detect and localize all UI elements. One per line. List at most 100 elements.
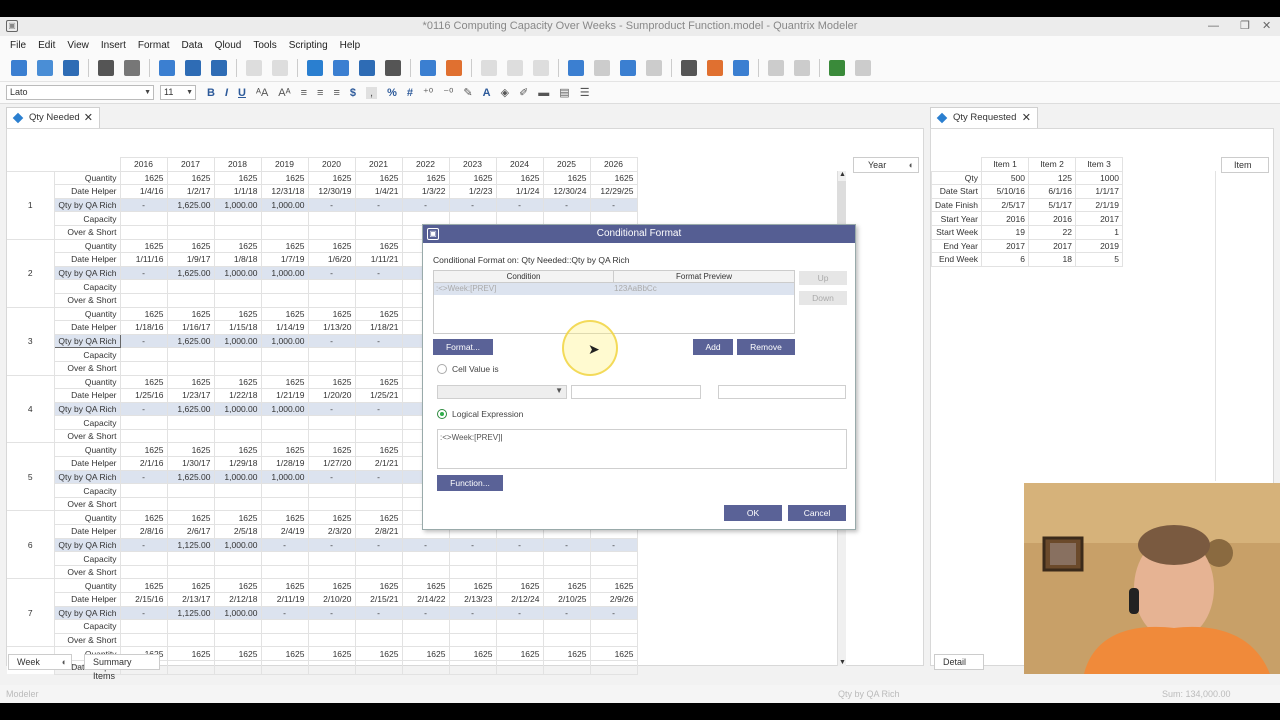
cell[interactable]: 5/10/16 <box>981 184 1029 199</box>
italic-button[interactable]: I <box>225 87 228 99</box>
cell[interactable]: 1625 <box>119 374 168 390</box>
cell[interactable]: 1625 <box>542 578 591 593</box>
row-label[interactable]: Qty by QA Rich <box>53 265 121 281</box>
cell[interactable]: 1,000.00 <box>260 469 309 485</box>
cell[interactable]: 1625 <box>166 442 215 458</box>
cell[interactable]: 1625 <box>354 170 403 186</box>
week-index[interactable] <box>7 578 55 593</box>
cell[interactable]: 1625 <box>307 306 356 322</box>
week-index[interactable] <box>7 415 55 430</box>
copy-icon[interactable] <box>185 59 201 76</box>
cell[interactable] <box>166 224 215 240</box>
cell[interactable]: 1625 <box>119 442 168 458</box>
cell[interactable]: 1625 <box>260 578 309 593</box>
cell[interactable]: 1,000.00 <box>260 265 309 281</box>
row-label[interactable]: Qty by QA Rich <box>53 537 121 553</box>
align-left-icon[interactable]: ≡ <box>301 87 307 99</box>
cell[interactable]: 1/4/21 <box>354 184 403 199</box>
cell[interactable]: - <box>307 469 356 485</box>
cell[interactable] <box>260 224 309 240</box>
cell[interactable]: 1625 <box>260 510 309 526</box>
link-icon[interactable] <box>481 59 497 76</box>
cell[interactable]: - <box>495 605 544 621</box>
font-family-select[interactable]: Lato ▼ <box>6 85 154 100</box>
cut-icon[interactable] <box>159 59 175 76</box>
cell[interactable]: 1625 <box>119 510 168 526</box>
week-index[interactable]: 6 <box>7 538 55 552</box>
cell[interactable]: 2/1/16 <box>119 456 168 471</box>
item-header[interactable]: Item 2 <box>1028 157 1076 172</box>
cell[interactable]: 1,625.00 <box>166 265 215 281</box>
cell[interactable] <box>119 564 168 580</box>
underline-button[interactable]: U <box>238 87 246 99</box>
cell[interactable] <box>542 632 591 648</box>
cell[interactable] <box>542 564 591 580</box>
cell[interactable]: 1625 <box>401 646 450 661</box>
cell[interactable]: 1 <box>1075 224 1123 240</box>
week-index[interactable]: 7 <box>7 606 55 620</box>
year-header[interactable]: 2020 <box>307 157 356 172</box>
week-index[interactable] <box>7 524 55 539</box>
cell[interactable]: - <box>401 537 450 553</box>
week-index[interactable] <box>7 429 55 444</box>
format-button[interactable]: Format... <box>433 339 493 355</box>
cell[interactable]: 1/6/20 <box>307 252 356 267</box>
close-tab-icon[interactable]: ✕ <box>1022 108 1031 128</box>
cell[interactable]: 12/31/18 <box>260 184 309 199</box>
cell[interactable]: 1625 <box>589 578 638 593</box>
cell[interactable] <box>119 415 168 430</box>
cell[interactable]: 1/15/18 <box>213 320 262 335</box>
cancel-button[interactable]: Cancel <box>788 505 846 521</box>
border-icon[interactable]: ▬ <box>538 87 549 99</box>
cell[interactable]: 1,000.00 <box>260 333 309 349</box>
cell[interactable]: 1/9/17 <box>166 252 215 267</box>
cell[interactable] <box>260 551 309 566</box>
comma-button[interactable]: , <box>366 86 378 99</box>
cell[interactable] <box>166 619 215 634</box>
cell[interactable]: 1625 <box>401 170 450 186</box>
cell[interactable]: 2/8/16 <box>119 524 168 539</box>
row-label[interactable]: Date Finish <box>931 197 982 213</box>
cell[interactable] <box>166 292 215 308</box>
cell[interactable] <box>401 551 450 566</box>
cell[interactable] <box>354 224 403 240</box>
week-index[interactable] <box>7 374 55 389</box>
year-header[interactable]: 2023 <box>448 157 497 172</box>
cell[interactable]: 1/16/17 <box>166 320 215 335</box>
cell[interactable] <box>307 659 356 675</box>
cell[interactable] <box>166 279 215 294</box>
year-header[interactable]: 2019 <box>260 157 309 172</box>
fill-color-icon[interactable]: ◈ <box>501 86 509 99</box>
cell[interactable] <box>354 279 403 294</box>
cell[interactable]: 1625 <box>354 646 403 661</box>
cell[interactable]: 12/30/24 <box>542 184 591 199</box>
matrix-icon[interactable] <box>307 59 323 76</box>
cell[interactable]: 1625 <box>166 374 215 390</box>
cell[interactable]: 1,000.00 <box>260 197 309 213</box>
cell[interactable]: 2/1/19 <box>1075 197 1123 213</box>
border-style-icon[interactable]: ▤ <box>559 86 569 99</box>
menu-view[interactable]: View <box>67 40 89 51</box>
cell[interactable] <box>354 483 403 498</box>
cell[interactable]: 1/18/16 <box>119 320 168 335</box>
tab-qty-needed[interactable]: Qty Needed ✕ <box>6 107 100 129</box>
cell[interactable]: 6 <box>981 252 1029 267</box>
week-index[interactable] <box>7 483 55 498</box>
cell[interactable] <box>495 551 544 566</box>
cell[interactable] <box>354 551 403 566</box>
cell[interactable]: 2017 <box>981 238 1029 254</box>
cell[interactable] <box>307 360 356 376</box>
undo-icon[interactable] <box>246 59 262 76</box>
menu-qloud[interactable]: Qloud <box>215 40 242 51</box>
cell[interactable]: 1625 <box>495 578 544 593</box>
cell[interactable]: 1625 <box>354 578 403 593</box>
cell[interactable]: - <box>119 197 168 213</box>
cube-icon[interactable] <box>333 59 349 76</box>
cell[interactable]: 1625 <box>307 170 356 186</box>
cell[interactable] <box>354 632 403 648</box>
cell[interactable] <box>448 659 497 675</box>
row-label[interactable]: Quantity <box>53 374 121 390</box>
font-size-select[interactable]: 11 ▼ <box>160 85 196 100</box>
cell[interactable]: 1625 <box>213 646 262 661</box>
cell[interactable]: 1/21/19 <box>260 388 309 403</box>
